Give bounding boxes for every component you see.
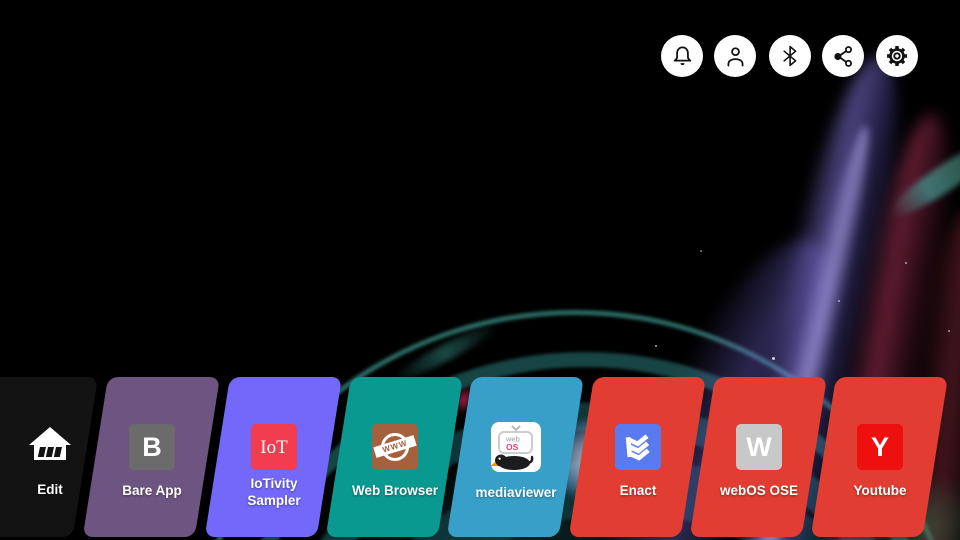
star: [905, 262, 907, 264]
star: [838, 300, 840, 302]
webos-ose-icon: W: [736, 424, 782, 470]
user-icon: [723, 44, 748, 69]
app-label: Enact: [620, 482, 657, 499]
app-label: IoTivity Sampler: [247, 475, 300, 509]
iotivity-icon: IoT: [251, 424, 297, 470]
share-icon: [831, 44, 856, 69]
app-label: Edit: [37, 481, 63, 498]
tile-youtube[interactable]: Y Youtube: [811, 377, 948, 537]
app-dock: Edit B Bare App IoT IoTivity Sampler: [0, 377, 960, 540]
star: [948, 330, 950, 332]
tile-enact[interactable]: Enact: [569, 377, 706, 537]
icon-letter: W: [746, 434, 771, 461]
app-label: Youtube: [854, 482, 907, 499]
bare-app-icon: B: [129, 424, 175, 470]
tile-bare-app[interactable]: B Bare App: [83, 377, 220, 537]
tile-web-browser[interactable]: WWW Web Browser: [326, 377, 463, 537]
icon-letter: IoT: [260, 438, 287, 457]
settings-button[interactable]: [876, 35, 918, 77]
share-button[interactable]: [822, 35, 864, 77]
tile-mediaviewer[interactable]: web OS mediaviewer: [447, 377, 584, 537]
home-edit-icon: [27, 423, 73, 469]
tile-webos-ose[interactable]: W webOS OSE: [690, 377, 827, 537]
youtube-icon: Y: [857, 424, 903, 470]
mediaviewer-icon: web OS: [491, 422, 541, 472]
icon-letter: B: [142, 434, 162, 461]
status-bar: [0, 0, 960, 90]
app-label: webOS OSE: [720, 482, 798, 499]
web-browser-icon: WWW: [372, 424, 418, 470]
star: [700, 250, 702, 252]
account-button[interactable]: [714, 35, 756, 77]
gear-icon: [884, 43, 910, 69]
app-label: Bare App: [122, 482, 182, 499]
tile-edit[interactable]: Edit: [0, 377, 98, 537]
app-label: Web Browser: [352, 482, 438, 499]
icon-letter: Y: [871, 434, 889, 461]
star: [655, 345, 657, 347]
notifications-button[interactable]: [661, 35, 703, 77]
tile-iotivity-sampler[interactable]: IoT IoTivity Sampler: [205, 377, 342, 537]
bluetooth-button[interactable]: [769, 35, 811, 77]
bluetooth-icon: [778, 44, 802, 68]
bell-icon: [670, 44, 695, 69]
svg-text:OS: OS: [506, 442, 519, 452]
app-label: mediaviewer: [475, 484, 556, 501]
star: [772, 357, 775, 360]
enact-icon: [615, 424, 661, 470]
